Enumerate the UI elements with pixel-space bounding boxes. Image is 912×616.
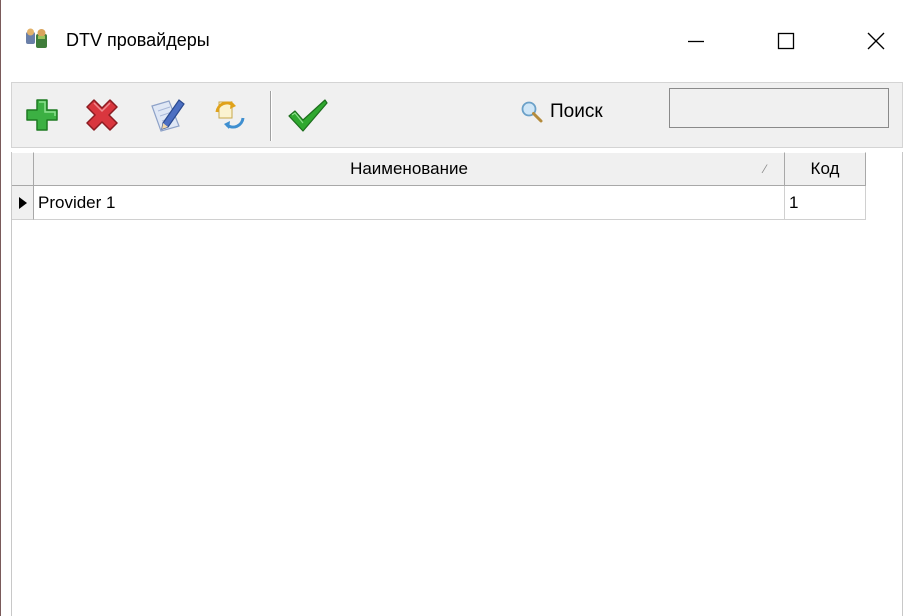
current-row-arrow-icon: [18, 196, 27, 209]
maximize-icon: [777, 32, 795, 50]
minimize-icon: [688, 40, 704, 43]
checkmark-icon: [288, 99, 328, 132]
magnifier-icon: [521, 101, 543, 123]
toolbar-separator: [270, 91, 271, 141]
cell-name[interactable]: Provider 1: [34, 186, 785, 220]
column-header-name[interactable]: Наименование ⁄: [34, 152, 785, 186]
column-header-code-label: Код: [810, 159, 840, 178]
app-icon: [25, 28, 49, 50]
minimize-button[interactable]: [651, 0, 741, 82]
close-button[interactable]: [831, 0, 912, 82]
search-label-text: Поиск: [550, 101, 603, 122]
plus-icon: [26, 99, 58, 131]
delete-button[interactable]: [82, 93, 122, 137]
grid-header: Наименование ⁄ Код: [12, 152, 866, 186]
row-indicator[interactable]: [12, 186, 34, 220]
close-icon: [867, 32, 885, 50]
edit-button[interactable]: [148, 93, 188, 137]
search-label: Поиск: [520, 97, 603, 127]
window-title: DTV провайдеры: [66, 30, 210, 50]
edit-pencil-icon: [151, 99, 185, 132]
delete-x-icon: [86, 99, 118, 131]
sort-indicator-icon: ⁄: [763, 162, 766, 176]
search-input[interactable]: [669, 88, 889, 128]
add-button[interactable]: [22, 93, 62, 137]
dtv-providers-window: DTV провайдеры Поиск Наименование ⁄ Код …: [0, 0, 912, 616]
table-row[interactable]: Provider 1 1: [12, 186, 866, 220]
refresh-icon: [215, 101, 245, 129]
header-indicator-cell: [12, 152, 34, 186]
refresh-button[interactable]: [210, 93, 250, 137]
cell-code[interactable]: 1: [785, 186, 866, 220]
select-button[interactable]: [284, 93, 332, 137]
toolbar: Поиск: [11, 82, 903, 148]
maximize-button[interactable]: [741, 0, 831, 82]
providers-grid: Наименование ⁄ Код Provider 1 1: [11, 152, 903, 616]
title-bar[interactable]: DTV провайдеры: [1, 0, 912, 82]
column-header-name-label: Наименование: [350, 159, 468, 178]
column-header-code[interactable]: Код: [785, 152, 866, 186]
